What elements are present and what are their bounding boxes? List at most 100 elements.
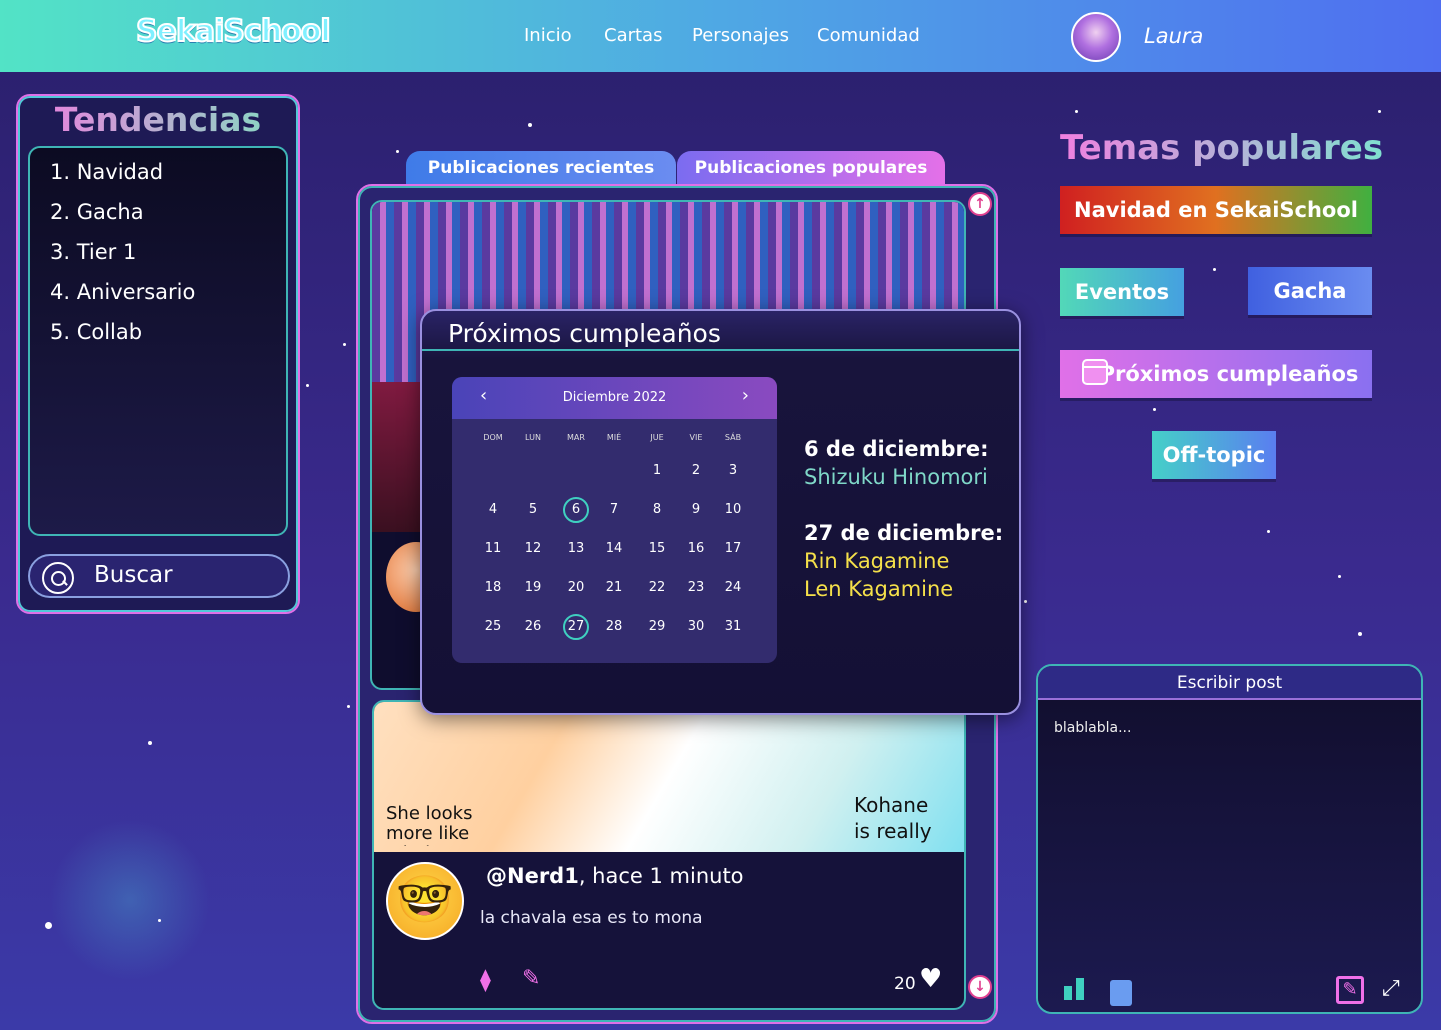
calendar-month: Diciembre 2022 xyxy=(562,390,667,405)
topic-offtopic-button[interactable]: Off-topic xyxy=(1152,431,1276,479)
top-header: SekaiSchool Inicio Cartas Personajes Com… xyxy=(0,0,1441,72)
trends-panel: Tendencias 1. Navidad 2. Gacha 3. Tier 1… xyxy=(16,94,300,614)
calendar-day[interactable]: 5 xyxy=(520,497,546,523)
star xyxy=(1153,408,1156,411)
post-author-handle[interactable]: @Nerd1 xyxy=(486,864,579,888)
calendar-day[interactable]: 7 xyxy=(601,497,627,523)
calendar-day[interactable]: 25 xyxy=(480,614,506,640)
calendar-day[interactable]: 30 xyxy=(683,614,709,640)
star xyxy=(1338,575,1341,578)
calendar-day[interactable]: 4 xyxy=(480,497,506,523)
calendar-day[interactable]: 27 xyxy=(563,614,589,640)
trend-item[interactable]: 2. Gacha xyxy=(50,200,144,224)
search-icon xyxy=(42,562,74,594)
document-icon[interactable] xyxy=(1110,980,1132,1006)
nav-cartas[interactable]: Cartas xyxy=(604,25,662,46)
nav-inicio[interactable]: Inicio xyxy=(524,25,572,46)
calendar-day[interactable]: 15 xyxy=(644,536,670,562)
topic-eventos-button[interactable]: Eventos xyxy=(1060,268,1184,316)
post-card[interactable]: She looks more like a baby Kohane is rea… xyxy=(372,700,966,1010)
calendar-day[interactable]: 8 xyxy=(644,497,670,523)
write-post-panel: Escribir post blablabla... ✎ ⤢ xyxy=(1036,664,1423,1014)
trend-item[interactable]: 5. Collab xyxy=(50,320,142,344)
trends-title: Tendencias xyxy=(18,100,298,139)
calendar-day[interactable]: 20 xyxy=(563,575,589,601)
calendar-day[interactable]: 6 xyxy=(563,497,589,523)
heart-icon[interactable]: ♥ xyxy=(919,964,942,994)
calendar-day[interactable]: 11 xyxy=(480,536,506,562)
write-post-title: Escribir post xyxy=(1038,666,1421,700)
trends-list: 1. Navidad 2. Gacha 3. Tier 1 4. Anivers… xyxy=(28,146,288,536)
compose-icon[interactable]: ✎ xyxy=(1336,976,1364,1004)
topic-birthdays-label: Próximos cumpleaños xyxy=(1099,362,1359,386)
calendar-day[interactable]: 16 xyxy=(683,536,709,562)
post-author-line: @Nerd1, hace 1 minuto xyxy=(486,864,744,888)
calendar-day[interactable]: 22 xyxy=(644,575,670,601)
scroll-up-icon[interactable]: ↑ xyxy=(968,192,992,216)
calendar-day[interactable]: 19 xyxy=(520,575,546,601)
calendar-day[interactable]: 9 xyxy=(683,497,709,523)
calendar-day[interactable]: 17 xyxy=(720,536,746,562)
star xyxy=(306,384,309,387)
calendar-header: ‹ Diciembre 2022 › xyxy=(452,377,777,419)
calendar-day[interactable]: 14 xyxy=(601,536,627,562)
calendar-day[interactable]: 28 xyxy=(601,614,627,640)
poll-chart-icon[interactable] xyxy=(1064,976,1090,1000)
star xyxy=(347,705,350,708)
calendar-day[interactable]: 23 xyxy=(683,575,709,601)
divider xyxy=(422,349,1019,351)
calendar-day[interactable]: 31 xyxy=(720,614,746,640)
calendar-day[interactable]: 24 xyxy=(720,575,746,601)
calendar-day[interactable]: 2 xyxy=(683,458,709,484)
weekday-label: SÁB xyxy=(724,433,742,442)
calendar-day[interactable]: 26 xyxy=(520,614,546,640)
scroll-down-icon[interactable]: ↓ xyxy=(968,975,992,999)
star xyxy=(1075,110,1078,113)
calendar-day[interactable]: 13 xyxy=(563,536,589,562)
search-button[interactable]: Buscar xyxy=(28,554,290,598)
chevron-right-icon[interactable]: › xyxy=(742,385,749,406)
collapse-icon[interactable]: ⤢ xyxy=(1382,976,1400,1001)
calendar-day[interactable]: 18 xyxy=(480,575,506,601)
write-post-textarea[interactable]: blablabla... ✎ ⤢ xyxy=(1038,700,1421,1012)
calendar-day[interactable]: 29 xyxy=(644,614,670,640)
weekday-label: VIE xyxy=(689,433,703,442)
manga-speech-text: She looks more like a baby xyxy=(386,804,473,846)
nav-comunidad[interactable]: Comunidad xyxy=(817,25,920,46)
star xyxy=(1213,268,1216,271)
modal-title: Próximos cumpleaños xyxy=(448,319,721,348)
nav-personajes[interactable]: Personajes xyxy=(692,25,789,46)
calendar-day[interactable]: 3 xyxy=(720,458,746,484)
calendar-day[interactable]: 10 xyxy=(720,497,746,523)
user-avatar[interactable] xyxy=(1071,12,1121,62)
star xyxy=(343,343,346,346)
calendar-day[interactable]: 21 xyxy=(601,575,627,601)
user-name[interactable]: Laura xyxy=(1144,24,1203,48)
star xyxy=(1024,600,1027,603)
calendar-day[interactable]: 12 xyxy=(520,536,546,562)
trend-item[interactable]: 4. Aniversario xyxy=(50,280,195,304)
like-count: 20 xyxy=(894,974,916,994)
post-author-avatar[interactable]: 🤓 xyxy=(386,862,464,940)
birthday-date: 6 de diciembre: xyxy=(804,437,989,461)
birthday-date: 27 de diciembre: xyxy=(804,521,1004,545)
tab-popular-posts[interactable]: Publicaciones populares xyxy=(677,151,945,185)
trend-item[interactable]: 3. Tier 1 xyxy=(50,240,136,264)
star xyxy=(45,922,52,929)
trend-item[interactable]: 1. Navidad xyxy=(50,160,163,184)
star xyxy=(148,741,152,745)
birthday-name: Len Kagamine xyxy=(804,577,954,601)
star xyxy=(1358,632,1362,636)
pencil-icon[interactable]: ✎ xyxy=(522,966,540,991)
calendar-day[interactable]: 1 xyxy=(644,458,670,484)
draft-text: blablabla... xyxy=(1054,720,1132,736)
topic-navidad-button[interactable]: Navidad en SekaiSchool xyxy=(1060,186,1372,234)
star xyxy=(1378,110,1381,113)
topic-gacha-button[interactable]: Gacha xyxy=(1248,267,1372,315)
site-logo[interactable]: SekaiSchool xyxy=(135,13,332,50)
share-icon[interactable]: ⧫ xyxy=(480,968,491,993)
tab-recent-posts[interactable]: Publicaciones recientes xyxy=(406,151,676,185)
search-label: Buscar xyxy=(94,562,173,588)
popular-topics-title: Temas populares xyxy=(1060,128,1384,168)
weekday-label: MAR xyxy=(567,433,585,442)
